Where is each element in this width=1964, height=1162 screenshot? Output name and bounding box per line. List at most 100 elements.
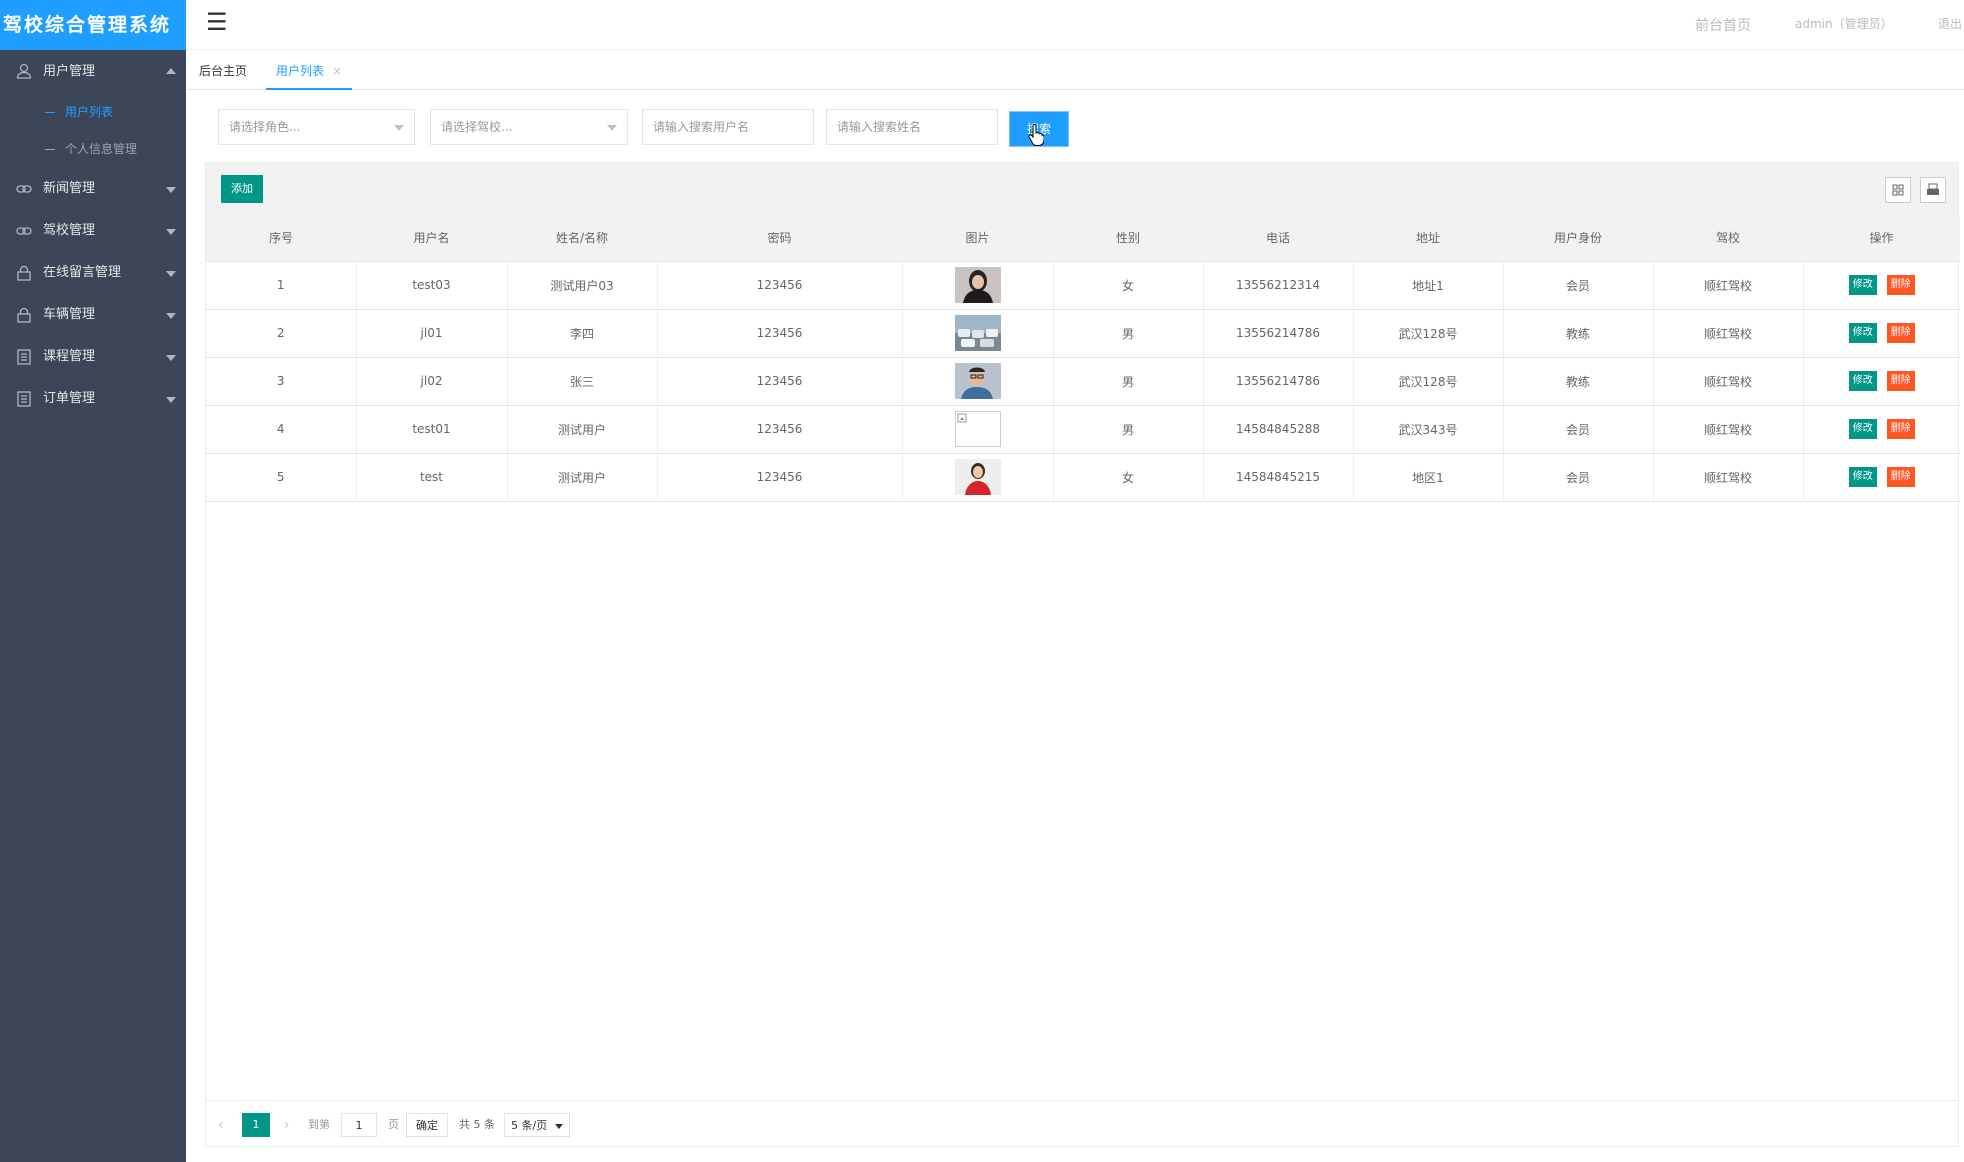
delete-button[interactable]: 删除 <box>1886 371 1915 391</box>
link-icon <box>16 185 32 193</box>
page-tabs: 后台主页 用户列表 × <box>186 52 1964 90</box>
user-photo-thumbnail[interactable] <box>954 267 1001 303</box>
delete-button[interactable]: 删除 <box>1886 275 1915 295</box>
prev-page-icon[interactable]: ‹ <box>218 1113 224 1137</box>
tab-dashboard[interactable]: 后台主页 <box>199 52 247 90</box>
sidebar-item-label: 在线留言管理 <box>43 265 122 280</box>
edit-button[interactable]: 修改 <box>1848 275 1877 295</box>
cell-school: 顺红驾校 <box>1653 309 1804 358</box>
username-search-input[interactable]: 请输入搜索用户名 <box>642 109 814 145</box>
cell-username: jl01 <box>356 309 508 358</box>
sidebar-item-school[interactable]: 驾校管理 <box>0 210 186 252</box>
chevron-down-icon <box>607 125 617 131</box>
cell-role: 会员 <box>1503 453 1654 502</box>
sidebar-subitem-user-list[interactable]: 用户列表 <box>0 94 186 131</box>
sidebar-nav: 用户管理 用户列表 个人信息管理 新闻管理 驾校管理 在线留言管理 车辆管理 课… <box>0 50 186 420</box>
name-search-placeholder: 请输入搜索姓名 <box>837 120 922 134</box>
sidebar-item-courses[interactable]: 课程管理 <box>0 336 186 378</box>
table-row: 5 test 测试用户 123456 女 14584845215 地区1 会员 顺红驾校 修改 删除 <box>206 453 1960 502</box>
front-home-link[interactable]: 前台首页 <box>1695 15 1751 35</box>
sidebar-item-orders[interactable]: 订单管理 <box>0 378 186 420</box>
goto-label: 到第 <box>308 1118 330 1131</box>
page-size-select[interactable]: 5 条/页 <box>504 1113 570 1137</box>
sidebar-item-label: 车辆管理 <box>43 307 96 322</box>
edit-button[interactable]: 修改 <box>1848 467 1877 487</box>
sidebar-item-vehicles[interactable]: 车辆管理 <box>0 294 186 336</box>
sidebar-item-messages[interactable]: 在线留言管理 <box>0 252 186 294</box>
print-icon[interactable] <box>1920 177 1946 203</box>
columns-filter-icon[interactable] <box>1885 177 1911 203</box>
goto-confirm-button[interactable]: 确定 <box>406 1113 448 1137</box>
cell-name: 测试用户03 <box>507 261 658 310</box>
edit-button[interactable]: 修改 <box>1848 371 1877 391</box>
cell-gender: 女 <box>1053 261 1204 310</box>
sidebar-item-label: 驾校管理 <box>43 223 96 238</box>
close-icon[interactable]: × <box>332 64 342 78</box>
cell-actions: 修改 删除 <box>1803 261 1960 310</box>
sidebar-subitem-label: 个人信息管理 <box>65 142 138 156</box>
user-menu[interactable]: admin（管理员） <box>1795 15 1893 32</box>
cell-phone: 13556212314 <box>1203 261 1354 310</box>
cell-address: 地区1 <box>1353 453 1504 502</box>
user-photo-thumbnail[interactable] <box>954 459 1001 495</box>
cell-username: test01 <box>356 405 508 454</box>
cell-photo <box>902 453 1054 502</box>
cell-phone: 13556214786 <box>1203 357 1354 406</box>
column-header: 图片 <box>902 215 1053 262</box>
username-search-placeholder: 请输入搜索用户名 <box>653 120 750 134</box>
sidebar-item-label: 课程管理 <box>43 349 96 364</box>
chevron-down-icon <box>166 397 176 403</box>
page-size-value: 5 条/页 <box>511 1119 548 1132</box>
user-icon <box>16 63 32 79</box>
page-number-current[interactable]: 1 <box>242 1113 270 1137</box>
tab-user-list[interactable]: 用户列表 × <box>266 52 353 90</box>
menu-toggle-icon[interactable]: ☰ <box>206 10 228 34</box>
cell-role: 会员 <box>1503 261 1654 310</box>
cell-password: 123456 <box>657 261 903 310</box>
role-select[interactable]: 请选择角色... <box>218 109 415 145</box>
sidebar-item-news[interactable]: 新闻管理 <box>0 168 186 210</box>
sidebar-subitem-profile[interactable]: 个人信息管理 <box>0 131 186 168</box>
user-photo-thumbnail[interactable] <box>954 363 1001 399</box>
column-header: 操作 <box>1803 215 1960 262</box>
tab-label: 后台主页 <box>199 64 248 78</box>
cell-address: 武汉343号 <box>1353 405 1504 454</box>
cell-no: 4 <box>206 405 357 454</box>
name-search-input[interactable]: 请输入搜索姓名 <box>826 109 998 145</box>
school-select[interactable]: 请选择驾校... <box>430 109 628 145</box>
cell-address: 武汉128号 <box>1353 357 1504 406</box>
user-photo-thumbnail[interactable] <box>954 315 1001 351</box>
delete-button[interactable]: 删除 <box>1886 419 1915 439</box>
cell-no: 3 <box>206 357 357 406</box>
total-count: 共 5 条 <box>459 1118 495 1131</box>
edit-button[interactable]: 修改 <box>1848 323 1877 343</box>
cell-name: 张三 <box>507 357 658 406</box>
user-table: 序号 用户名 姓名/名称 密码 图片 性别 电话 地址 用户身份 驾校 操作 1 test03 测试用户… <box>206 215 1960 502</box>
column-header: 用户名 <box>356 215 507 262</box>
cell-name: 李四 <box>507 309 658 358</box>
table-row: 1 test03 测试用户03 123456 女 13556212314 地址1 会员 顺红驾校… <box>206 261 1960 310</box>
sidebar-subitem-label: 用户列表 <box>65 105 114 119</box>
cell-school: 顺红驾校 <box>1653 357 1804 406</box>
cell-gender: 女 <box>1053 453 1204 502</box>
delete-button[interactable]: 删除 <box>1886 467 1915 487</box>
column-header: 姓名/名称 <box>507 215 657 262</box>
role-select-placeholder: 请选择角色... <box>229 120 301 134</box>
user-photo-thumbnail[interactable] <box>954 411 1001 447</box>
logout-link[interactable]: 退出 <box>1938 15 1962 32</box>
next-page-icon[interactable]: › <box>284 1113 290 1137</box>
add-button[interactable]: 添加 <box>221 175 263 203</box>
edit-button[interactable]: 修改 <box>1848 419 1877 439</box>
cell-no: 1 <box>206 261 357 310</box>
column-header: 用户身份 <box>1503 215 1653 262</box>
cell-actions: 修改 删除 <box>1803 309 1960 358</box>
column-header: 序号 <box>206 215 356 262</box>
sidebar-item-user-management[interactable]: 用户管理 <box>0 50 186 94</box>
cell-password: 123456 <box>657 405 903 454</box>
cell-photo <box>902 309 1054 358</box>
cell-password: 123456 <box>657 357 903 406</box>
document-icon <box>17 349 31 365</box>
chevron-down-icon <box>166 271 176 277</box>
delete-button[interactable]: 删除 <box>1886 323 1915 343</box>
goto-page-input[interactable]: 1 <box>341 1113 377 1137</box>
